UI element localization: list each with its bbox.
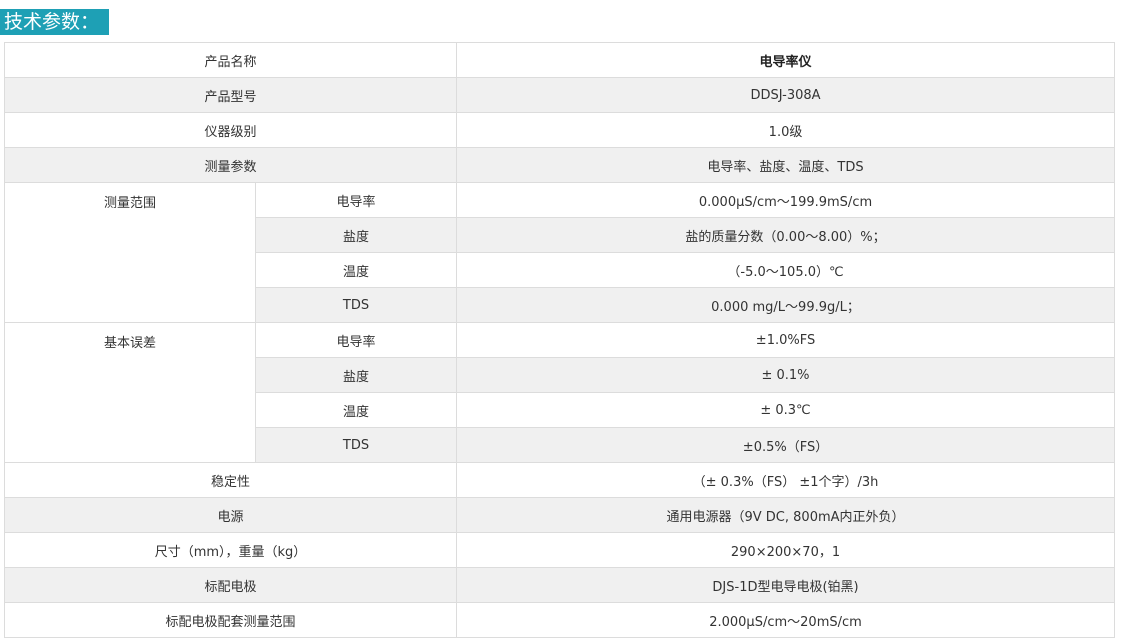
row-value: ± 0.3℃ xyxy=(456,392,1116,428)
row-label: 尺寸（mm），重量（kg） xyxy=(3,532,458,568)
row-value: 电导率仪 xyxy=(456,42,1116,78)
row-value: ±0.5%（FS） xyxy=(456,427,1116,463)
row-value: 0.000μS/cm～199.9mS/cm xyxy=(456,182,1116,218)
row-value: 0.000 mg/L～99.9g/L； xyxy=(456,287,1116,323)
row-value: 2.000μS/cm～20mS/cm xyxy=(456,602,1116,638)
row-value: 电导率、盐度、温度、TDS xyxy=(456,147,1116,183)
table-row: 尺寸（mm），重量（kg） 290×200×70，1 xyxy=(3,532,1116,568)
row-value: ±1.0%FS xyxy=(456,322,1116,358)
row-label: 稳定性 xyxy=(3,462,458,498)
section-heading-wrap: 技术参数： xyxy=(0,9,110,35)
section-heading: 技术参数： xyxy=(0,9,110,35)
row-value: DDSJ-308A xyxy=(456,77,1116,113)
row-label: 测量参数 xyxy=(3,147,458,183)
row-value: （-5.0～105.0）℃ xyxy=(456,252,1116,288)
row-sublabel: 盐度 xyxy=(254,217,458,253)
table-row: 仪器级别 1.0级 xyxy=(3,112,1116,148)
table-row: 稳定性 （± 0.3%（FS） ±1个字）/3h xyxy=(3,462,1116,498)
table-row: 标配电极配套测量范围 2.000μS/cm～20mS/cm xyxy=(3,602,1116,638)
row-sublabel: TDS xyxy=(254,427,458,463)
table-row: 测量范围 电导率 0.000μS/cm～199.9mS/cm xyxy=(4,182,1116,323)
table-row: 基本误差 电导率 ±1.0%FS xyxy=(4,322,1116,463)
row-value: 盐的质量分数（0.00～8.00）%； xyxy=(456,217,1116,253)
table-row: 测量参数 电导率、盐度、温度、TDS xyxy=(3,147,1116,183)
table-row: 产品名称 电导率仪 xyxy=(3,42,1116,78)
row-value: ± 0.1% xyxy=(456,357,1116,393)
row-value: 1.0级 xyxy=(456,112,1116,148)
row-value: （± 0.3%（FS） ±1个字）/3h xyxy=(456,462,1116,498)
table-row: 产品型号 DDSJ-308A xyxy=(3,77,1116,113)
row-label: 产品型号 xyxy=(3,77,458,113)
row-sublabel: 温度 xyxy=(254,392,458,428)
row-label: 电源 xyxy=(3,497,458,533)
row-label: 仪器级别 xyxy=(3,112,458,148)
row-sublabel: 电导率 xyxy=(254,182,458,218)
table-row: 标配电极 DJS-1D型电导电极(铂黑) xyxy=(3,567,1116,603)
row-label: 标配电极 xyxy=(3,567,458,603)
row-sublabel: 电导率 xyxy=(254,322,458,358)
row-value: 通用电源器（9V DC, 800mA内正外负） xyxy=(456,497,1116,533)
row-value: DJS-1D型电导电极(铂黑) xyxy=(456,567,1116,603)
spec-table: 产品名称 电导率仪 产品型号 DDSJ-308A 仪器级别 1.0级 测量参数 … xyxy=(3,42,1116,638)
row-value: 290×200×70，1 xyxy=(456,532,1116,568)
row-sublabel: 盐度 xyxy=(254,357,458,393)
table-row: 电源 通用电源器（9V DC, 800mA内正外负） xyxy=(3,497,1116,533)
group-label-range: 测量范围 xyxy=(4,182,256,323)
row-label: 标配电极配套测量范围 xyxy=(3,602,458,638)
group-label-error: 基本误差 xyxy=(4,322,256,463)
row-label: 产品名称 xyxy=(3,42,458,78)
row-sublabel: TDS xyxy=(254,287,458,323)
row-sublabel: 温度 xyxy=(254,252,458,288)
